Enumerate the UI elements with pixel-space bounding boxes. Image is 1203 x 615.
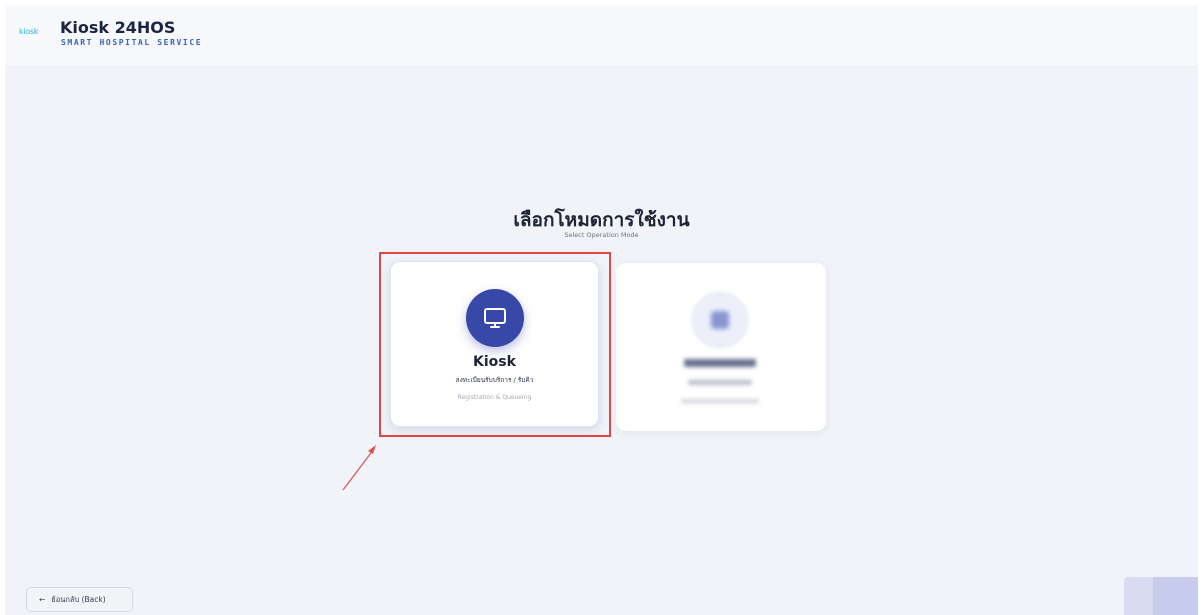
app-frame: kiosk Kiosk 24HOS SMART HOSPITAL SERVICE… (5, 5, 1198, 615)
annotation-arrow (342, 445, 376, 491)
